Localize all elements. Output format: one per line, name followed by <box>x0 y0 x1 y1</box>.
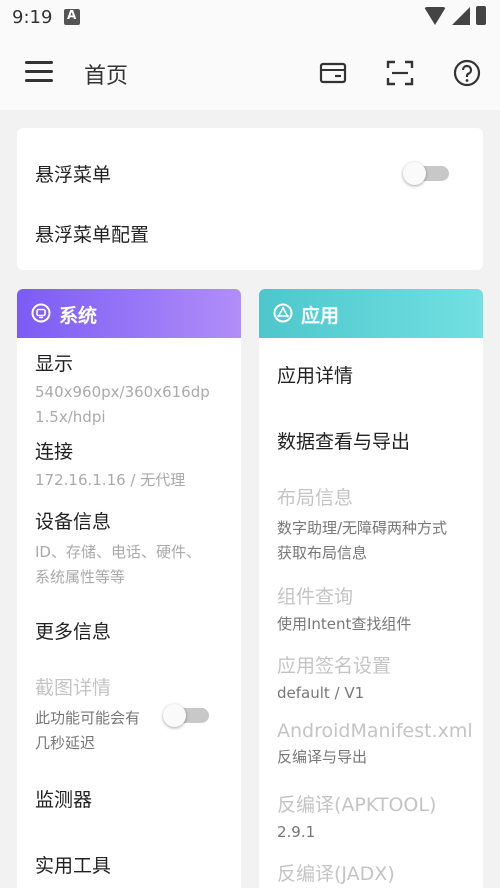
layout-info-sub2: 获取布局信息 <box>277 544 368 562</box>
connection-item[interactable]: 连接 172.16.1.16 / 无代理 <box>35 437 185 493</box>
device-info-sub2: 系统属性等等 <box>35 568 126 586</box>
app-sign-sub: default / V1 <box>277 684 365 702</box>
battery-icon <box>476 6 486 25</box>
display-title: 显示 <box>35 353 74 375</box>
jadx-title: 反编译(JADX) <box>277 863 395 885</box>
apps-icon <box>273 303 293 323</box>
device-info-title: 设备信息 <box>35 511 112 533</box>
device-info-item[interactable]: 设备信息 ID、存储、电话、硬件、 系统属性等等 <box>35 507 201 590</box>
app-sign-title: 应用签名设置 <box>277 655 392 677</box>
monitor-title: 监测器 <box>35 789 93 811</box>
device-info-sub1: ID、存储、电话、硬件、 <box>35 543 201 561</box>
apktool-sub: 2.9.1 <box>277 823 316 841</box>
apps-card: 应用 应用详情 数据查看与导出 布局信息 数字助理/无障碍两种方式 获取布局信息… <box>259 289 483 888</box>
app-detail-item[interactable]: 应用详情 <box>277 361 353 388</box>
app-sign-item[interactable]: 应用签名设置 default / V1 <box>277 651 391 706</box>
float-menu-config-item[interactable]: 悬浮菜单配置 <box>35 220 149 247</box>
system-card: 系统 显示 540x960px/360x616dp 1.5x/hdpi 连接 1… <box>17 289 241 888</box>
display-item[interactable]: 显示 540x960px/360x616dp 1.5x/hdpi <box>35 349 210 430</box>
layout-info-item[interactable]: 布局信息 数字助理/无障碍两种方式 获取布局信息 <box>277 483 447 566</box>
system-header-title: 系统 <box>59 305 98 327</box>
system-icon <box>31 303 51 323</box>
apps-header: 应用 <box>259 289 483 338</box>
float-menu-card: 悬浮菜单 悬浮菜单配置 <box>17 128 483 270</box>
manifest-item[interactable]: AndroidManifest.xml 反编译与导出 <box>277 720 473 770</box>
manifest-sub: 反编译与导出 <box>277 748 368 766</box>
app-detail-title: 应用详情 <box>277 365 354 387</box>
apktool-item[interactable]: 反编译(APKTOOL) 2.9.1 <box>277 790 436 845</box>
connection-title: 连接 <box>35 441 74 463</box>
apktool-title: 反编译(APKTOOL) <box>277 794 437 816</box>
page-title: 首页 <box>84 64 129 89</box>
screenshot-detail-item[interactable]: 截图详情 此功能可能会有 几秒延迟 <box>35 673 140 756</box>
data-export-title: 数据查看与导出 <box>277 431 411 453</box>
apps-header-title: 应用 <box>301 305 340 327</box>
more-info-item[interactable]: 更多信息 <box>35 617 111 644</box>
screenshot-detail-sub2: 几秒延迟 <box>35 734 96 752</box>
status-icons <box>424 6 486 25</box>
layout-info-title: 布局信息 <box>277 487 354 509</box>
scan-icon[interactable] <box>385 58 415 88</box>
menu-icon[interactable] <box>25 61 53 83</box>
tools-title: 实用工具 <box>35 855 112 877</box>
display-sub-density: 1.5x/hdpi <box>35 408 106 426</box>
status-time: 9:19 <box>12 7 53 28</box>
component-query-title: 组件查询 <box>277 586 354 608</box>
tools-item[interactable]: 实用工具 <box>35 851 111 878</box>
display-sub-resolution: 540x960px/360x616dp <box>35 383 210 401</box>
manifest-title: AndroidManifest.xml <box>277 720 473 742</box>
component-query-item[interactable]: 组件查询 使用Intent查找组件 <box>277 582 411 637</box>
layout-info-sub1: 数字助理/无障碍两种方式 <box>277 519 448 537</box>
jadx-item[interactable]: 反编译(JADX) <box>277 859 395 886</box>
float-menu-switch[interactable] <box>403 162 451 185</box>
more-info-title: 更多信息 <box>35 621 112 643</box>
card-icon[interactable] <box>318 58 348 88</box>
notification-a-icon <box>64 8 80 25</box>
component-query-sub: 使用Intent查找组件 <box>277 615 412 633</box>
connection-sub: 172.16.1.16 / 无代理 <box>35 471 186 489</box>
data-export-item[interactable]: 数据查看与导出 <box>277 427 410 454</box>
screenshot-detail-sub1: 此功能可能会有 <box>35 709 141 727</box>
monitor-item[interactable]: 监测器 <box>35 785 92 812</box>
signal-icon <box>452 6 470 25</box>
screenshot-detail-title: 截图详情 <box>35 677 112 699</box>
app-bar: 首页 <box>0 36 500 110</box>
screenshot-detail-switch[interactable] <box>163 704 211 727</box>
status-bar: 9:19 <box>0 0 500 36</box>
help-icon[interactable] <box>452 58 482 88</box>
float-menu-label: 悬浮菜单 <box>35 164 112 186</box>
wifi-icon <box>424 6 446 25</box>
system-header: 系统 <box>17 289 241 338</box>
